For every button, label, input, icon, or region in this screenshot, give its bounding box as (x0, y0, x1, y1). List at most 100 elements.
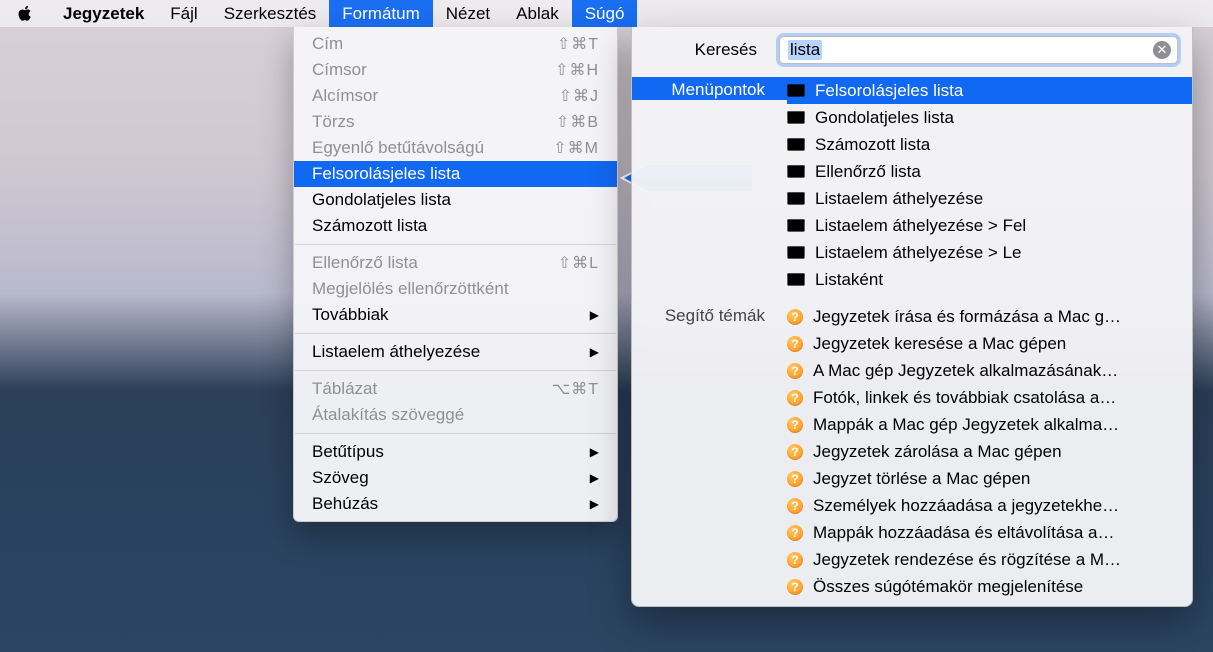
help-result-label: Jegyzetek rendezése és rögzítése a M… (813, 550, 1182, 570)
menu-item-megjel-l-s-ellen-rz-ttk-nt: Megjelölés ellenőrzöttként (294, 276, 617, 302)
help-panel: Keresés lista ✕ MenüpontokFelsorolásjele… (631, 27, 1193, 607)
help-result[interactable]: Listaként (787, 266, 1192, 293)
help-topic-icon: ? (787, 309, 803, 325)
menu-result-icon (787, 138, 805, 151)
help-topic-icon: ? (787, 552, 803, 568)
menu-item-shortcut: ⇧⌘J (559, 86, 599, 106)
help-result[interactable]: Listaelem áthelyezése (787, 185, 1192, 212)
help-result[interactable]: ?Jegyzetek írása és formázása a Mac g… (787, 303, 1192, 330)
menu-item-label: Alcímsor (312, 86, 559, 106)
menu-result-icon (787, 246, 805, 259)
menu-item-shortcut: ⇧⌘B (556, 112, 599, 132)
menu-item-sz-mozott-lista[interactable]: Számozott lista (294, 213, 617, 239)
help-topic-icon: ? (787, 579, 803, 595)
menu-item-label: Gondolatjeles lista (312, 190, 599, 210)
help-result[interactable]: Felsorolásjeles lista (787, 77, 1192, 104)
menu-item-label: Szöveg (312, 468, 590, 488)
menu-szerkesztés[interactable]: Szerkesztés (211, 0, 330, 27)
help-result[interactable]: ? Mappák hozzáadása és eltávolítása a… (787, 519, 1192, 546)
menu-app[interactable]: Jegyzetek (50, 0, 157, 27)
menu-formátum[interactable]: Formátum (329, 0, 432, 27)
help-result[interactable]: ? Jegyzetek rendezése és rögzítése a M… (787, 546, 1192, 573)
menu-item-sz-veg[interactable]: Szöveg▶ (294, 465, 617, 491)
help-result[interactable]: ? Összes súgótémakör megjelenítése (787, 573, 1192, 600)
help-result-label: Gondolatjeles lista (815, 108, 1182, 128)
help-result[interactable]: ?Jegyzetek keresése a Mac gépen (787, 330, 1192, 357)
menu-item--talak-t-s-sz-vegg-: Átalakítás szöveggé (294, 402, 617, 428)
help-section-label: Menüpontok (632, 77, 787, 100)
help-result[interactable]: ?A Mac gép Jegyzetek alkalmazásának… (787, 357, 1192, 384)
menu-item-alc-msor: Alcímsor⇧⌘J (294, 83, 617, 109)
help-result[interactable]: ?Személyek hozzáadása a jegyzetekhe… (787, 492, 1192, 519)
menu-item-tov-bbiak[interactable]: Továbbiak▶ (294, 302, 617, 328)
menu-item-bet-t-pus[interactable]: Betűtípus▶ (294, 439, 617, 465)
menu-item-ellen-rz-lista: Ellenőrző lista⇧⌘L (294, 250, 617, 276)
help-search-row: Keresés lista ✕ (632, 27, 1192, 73)
menu-item-label: Listaelem áthelyezése (312, 342, 590, 362)
menu-result-icon (787, 219, 805, 232)
help-topic-icon: ? (787, 525, 803, 541)
menu-item-label: Felsorolásjeles lista (312, 164, 599, 184)
help-result-label: Számozott lista (815, 135, 1182, 155)
submenu-chevron-icon: ▶ (590, 471, 599, 485)
menu-item-beh-z-s[interactable]: Behúzás▶ (294, 491, 617, 517)
help-result-label: Felsorolásjeles lista (815, 81, 1182, 101)
help-topic-icon: ? (787, 471, 803, 487)
menu-item-label: Betűtípus (312, 442, 590, 462)
help-topic-icon: ? (787, 444, 803, 460)
help-result-label: Ellenőrző lista (815, 162, 1182, 182)
help-result-label: Fotók, linkek és továbbiak csatolása a… (813, 388, 1182, 408)
help-result-label: Listaelem áthelyezése > Le (815, 243, 1182, 263)
menu-item-label: Ellenőrző lista (312, 253, 558, 273)
help-search-query: lista (788, 40, 822, 60)
help-topic-icon: ? (787, 390, 803, 406)
menu-item-egyenl-bet-t-vols-g-: Egyenlő betűtávolságú⇧⌘M (294, 135, 617, 161)
menu-separator (295, 333, 616, 334)
help-topic-icon: ? (787, 417, 803, 433)
menu-fájl[interactable]: Fájl (157, 0, 210, 27)
submenu-chevron-icon: ▶ (590, 497, 599, 511)
help-topic-icon: ? (787, 336, 803, 352)
help-result[interactable]: Ellenőrző lista (787, 158, 1192, 185)
help-result[interactable]: Számozott lista (787, 131, 1192, 158)
help-result[interactable]: ?Jegyzetek zárolása a Mac gépen (787, 438, 1192, 465)
help-topic-icon: ? (787, 498, 803, 514)
menu-result-icon (787, 165, 805, 178)
menu-item-shortcut: ⌥⌘T (552, 379, 599, 399)
menu-item-label: Cím (312, 34, 557, 54)
help-section-list: Felsorolásjeles lista Gondolatjeles lista… (787, 77, 1192, 293)
menu-item-t-rzs: Törzs⇧⌘B (294, 109, 617, 135)
menubar: Jegyzetek FájlSzerkesztésFormátumNézetAb… (0, 0, 1213, 27)
menu-result-icon (787, 273, 805, 286)
menu-item-shortcut: ⇧⌘L (558, 253, 599, 273)
help-result-label: Összes súgótémakör megjelenítése (813, 577, 1182, 597)
menu-separator (295, 433, 616, 434)
apple-menu[interactable] (0, 0, 50, 27)
menu-item-listaelem-thelyez-se[interactable]: Listaelem áthelyezése▶ (294, 339, 617, 365)
help-result[interactable]: ? Fotók, linkek és továbbiak csatolása a… (787, 384, 1192, 411)
help-result[interactable]: ? Mappák a Mac gép Jegyzetek alkalma… (787, 411, 1192, 438)
apple-icon (17, 5, 34, 22)
menu-item-c-msor: Címsor⇧⌘H (294, 57, 617, 83)
help-result[interactable]: ?Jegyzet törlése a Mac gépen (787, 465, 1192, 492)
menu-separator (295, 370, 616, 371)
help-result[interactable]: Listaelem áthelyezése > Fel (787, 212, 1192, 239)
help-result[interactable]: Listaelem áthelyezése > Le (787, 239, 1192, 266)
help-result-label: Listaelem áthelyezése (815, 189, 1182, 209)
menu-ablak[interactable]: Ablak (503, 0, 572, 27)
menu-súgó[interactable]: Súgó (572, 0, 638, 27)
menu-item-gondolatjeles-lista[interactable]: Gondolatjeles lista (294, 187, 617, 213)
menu-separator (295, 244, 616, 245)
menu-item-label: Címsor (312, 60, 555, 80)
help-result[interactable]: Gondolatjeles lista (787, 104, 1192, 131)
menu-nézet[interactable]: Nézet (433, 0, 503, 27)
help-result-label: Mappák a Mac gép Jegyzetek alkalma… (813, 415, 1182, 435)
menu-item-c-m: Cím⇧⌘T (294, 31, 617, 57)
clear-search-icon[interactable]: ✕ (1153, 41, 1171, 59)
help-search-field[interactable]: lista ✕ (779, 36, 1178, 64)
menu-item-felsorol-sjeles-lista[interactable]: Felsorolásjeles lista (294, 161, 617, 187)
help-result-label: Mappák hozzáadása és eltávolítása a… (813, 523, 1182, 543)
help-section-list: ?Jegyzetek írása és formázása a Mac g…?J… (787, 303, 1192, 600)
menu-item-label: Behúzás (312, 494, 590, 514)
help-section-topic: Segítő témák?Jegyzetek írása és formázás… (632, 303, 1192, 600)
